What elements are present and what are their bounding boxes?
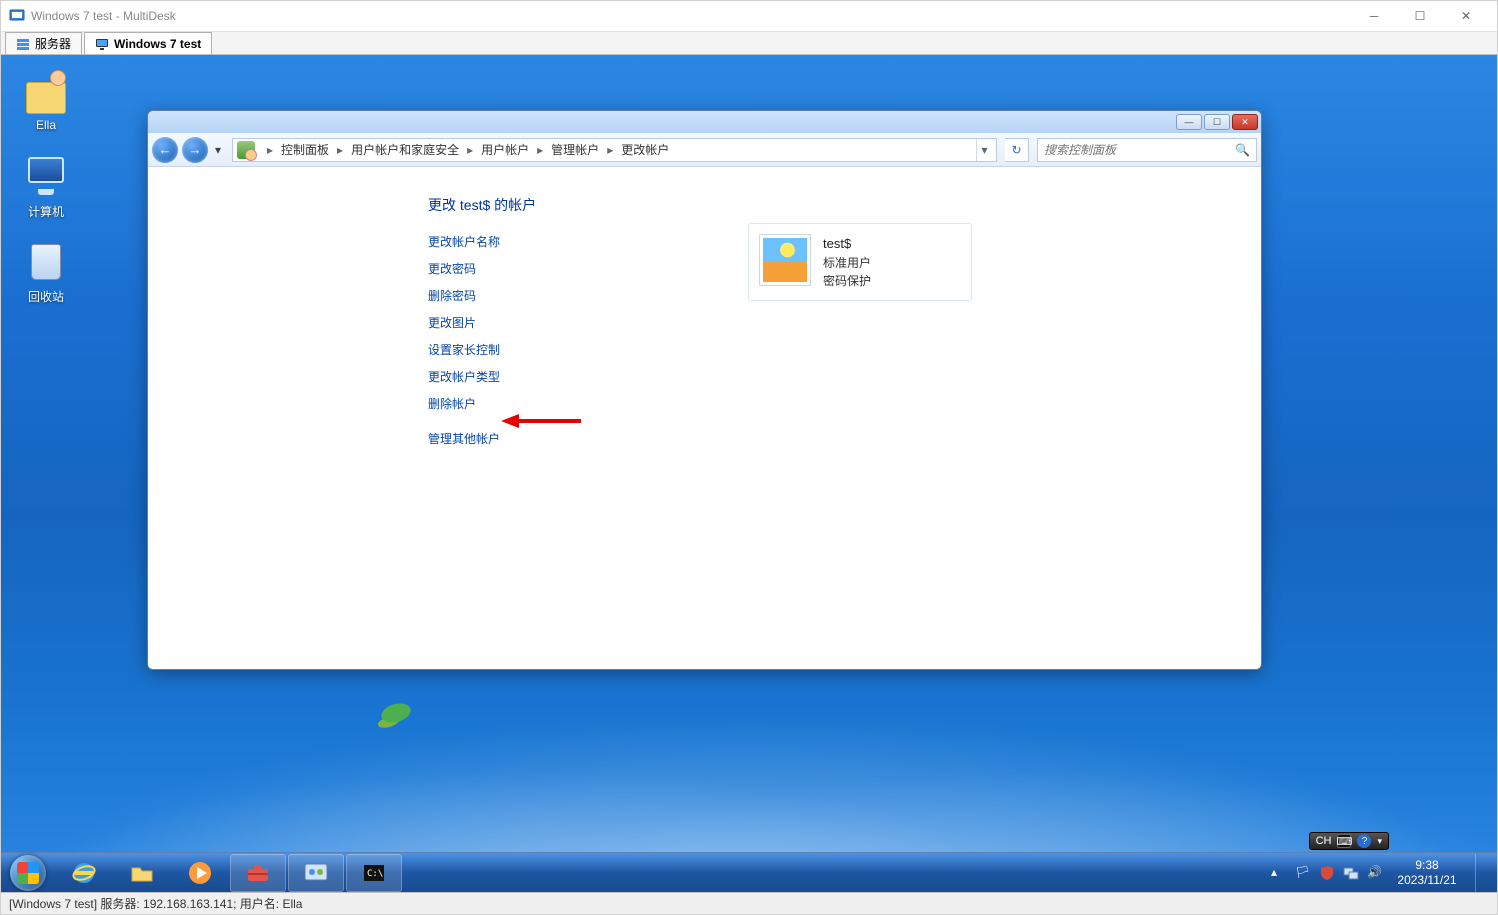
tray-volume-icon[interactable]: 🔊	[1367, 865, 1383, 881]
show-desktop-button[interactable]	[1475, 854, 1485, 892]
breadcrumb-bar[interactable]: ▸ 控制面板 ▸ 用户帐户和家庭安全 ▸ 用户帐户 ▸ 管理帐户 ▸ 更改帐户 …	[232, 138, 997, 162]
nav-forward-button[interactable]: →	[182, 137, 208, 163]
tab-servers[interactable]: 服务器	[5, 32, 82, 54]
cp-close-button[interactable]: ✕	[1232, 114, 1258, 130]
remote-desktop[interactable]: Ella 计算机 回收站 — ☐ ✕ ← → ▾ ▸ 控制	[1, 55, 1497, 892]
account-type: 标准用户	[823, 254, 871, 272]
start-button[interactable]	[1, 853, 55, 893]
refresh-button[interactable]: ↻	[1005, 138, 1029, 162]
link-change-type[interactable]: 更改帐户类型	[428, 368, 1261, 385]
crumb-manage-accounts[interactable]: 管理帐户	[549, 141, 601, 158]
breadcrumb-sep: ▸	[531, 143, 549, 157]
taskbar-item-cmd[interactable]: C:\	[346, 854, 402, 892]
system-tray: ▴ 🏳 🔊 9:38 2023/11/21	[1265, 853, 1491, 893]
multidesk-app-icon	[9, 8, 25, 24]
tray-network-icon[interactable]	[1343, 865, 1359, 881]
close-button[interactable]: ✕	[1443, 1, 1489, 31]
tray-clock[interactable]: 9:38 2023/11/21	[1391, 858, 1463, 887]
link-parental[interactable]: 设置家长控制	[428, 341, 1261, 358]
svg-text:C:\: C:\	[367, 869, 383, 879]
status-text: [Windows 7 test] 服务器: 192.168.163.141; 用…	[9, 895, 302, 912]
user-accounts-icon	[237, 141, 255, 159]
taskbar-item-explorer[interactable]	[114, 854, 170, 892]
cp-search-input[interactable]	[1044, 143, 1235, 157]
breadcrumb-sep: ▸	[601, 143, 619, 157]
breadcrumb-sep: ▸	[461, 143, 479, 157]
search-icon: 🔍	[1235, 143, 1250, 157]
cp-maximize-button[interactable]: ☐	[1204, 114, 1230, 130]
media-player-icon	[187, 860, 213, 886]
cmd-icon: C:\	[361, 860, 387, 886]
cp-body: 更改 test$ 的帐户 更改帐户名称 更改密码 删除密码 更改图片 设置家长控…	[148, 167, 1261, 669]
minimize-button[interactable]: ─	[1351, 1, 1397, 31]
maximize-button[interactable]: ☐	[1397, 1, 1443, 31]
tray-time: 9:38	[1391, 858, 1463, 872]
cp-search-box[interactable]: 🔍	[1037, 138, 1257, 162]
account-avatar-icon	[759, 234, 811, 286]
link-delete-account[interactable]: 删除帐户	[428, 395, 1261, 412]
account-card[interactable]: test$ 标准用户 密码保护	[748, 223, 972, 301]
language-bar[interactable]: CH ⌨ ? ▾	[1309, 832, 1389, 850]
taskbar-item-control-panel[interactable]	[288, 854, 344, 892]
tray-show-hidden-icon[interactable]: ▴	[1271, 865, 1287, 881]
nav-history-dropdown[interactable]: ▾	[212, 137, 224, 163]
link-change-picture[interactable]: 更改图片	[428, 314, 1261, 331]
link-manage-other[interactable]: 管理其他帐户	[428, 430, 1261, 447]
desktop-icon-label: Ella	[9, 118, 83, 132]
multidesk-statusbar: [Windows 7 test] 服务器: 192.168.163.141; 用…	[1, 892, 1497, 914]
servers-icon	[16, 37, 30, 51]
account-pw: 密码保护	[823, 272, 871, 290]
desktop-icon-label: 回收站	[9, 288, 83, 305]
multidesk-title-text: Windows 7 test - MultiDesk	[31, 9, 176, 23]
desktop-icon-label: 计算机	[9, 203, 83, 220]
recycle-bin-icon	[24, 240, 68, 284]
computer-icon	[24, 155, 68, 199]
crumb-control-panel[interactable]: 控制面板	[279, 141, 331, 158]
tab-session-label: Windows 7 test	[114, 37, 201, 51]
wallpaper-leaf	[379, 699, 413, 726]
ime-help-icon[interactable]: ?	[1357, 834, 1371, 848]
tray-date: 2023/11/21	[1391, 873, 1463, 887]
windows-orb-icon	[10, 855, 46, 891]
desktop-icon-computer[interactable]: 计算机	[9, 155, 83, 220]
folder-icon	[129, 860, 155, 886]
cp-heading: 更改 test$ 的帐户	[428, 195, 1261, 215]
ime-keyboard-icon[interactable]: ⌨	[1337, 834, 1351, 848]
ime-options-icon[interactable]: ▾	[1377, 836, 1382, 847]
tray-security-icon[interactable]	[1319, 865, 1335, 881]
cp-titlebar[interactable]: — ☐ ✕	[148, 111, 1261, 133]
crumb-user-accounts[interactable]: 用户帐户	[479, 141, 531, 158]
crumb-change-account[interactable]: 更改帐户	[619, 141, 671, 158]
taskbar: C:\ ▴ 🏳 🔊 9:38 2023/11/21	[1, 852, 1497, 892]
toolbox-icon	[245, 860, 271, 886]
nav-back-button[interactable]: ←	[152, 137, 178, 163]
taskbar-item-toolbox[interactable]	[230, 854, 286, 892]
cp-minimize-button[interactable]: —	[1176, 114, 1202, 130]
taskbar-item-wmp[interactable]	[172, 854, 228, 892]
cp-main: 更改 test$ 的帐户 更改帐户名称 更改密码 删除密码 更改图片 设置家长控…	[148, 167, 1261, 669]
user-folder-icon	[24, 70, 68, 114]
breadcrumb-dropdown[interactable]: ▾	[976, 139, 992, 161]
breadcrumb-sep: ▸	[261, 143, 279, 157]
breadcrumb-sep: ▸	[331, 143, 349, 157]
multidesk-tabbar: 服务器 Windows 7 test	[1, 31, 1497, 55]
multidesk-window: Windows 7 test - MultiDesk ─ ☐ ✕ 服务器 Win…	[0, 0, 1498, 915]
tray-action-center-icon[interactable]: 🏳	[1295, 865, 1311, 881]
taskbar-item-ie[interactable]	[56, 854, 112, 892]
multidesk-titlebar: Windows 7 test - MultiDesk ─ ☐ ✕	[1, 1, 1497, 31]
user-accounts-icon	[303, 860, 329, 886]
account-name: test$	[823, 234, 871, 254]
account-info: test$ 标准用户 密码保护	[823, 234, 871, 290]
control-panel-window: — ☐ ✕ ← → ▾ ▸ 控制面板 ▸ 用户帐户和家庭安全 ▸ 用户帐户 ▸ …	[147, 110, 1262, 670]
crumb-user-safety[interactable]: 用户帐户和家庭安全	[349, 141, 461, 158]
desktop-icon-user-folder[interactable]: Ella	[9, 70, 83, 132]
tab-session[interactable]: Windows 7 test	[84, 32, 212, 54]
cp-navbar: ← → ▾ ▸ 控制面板 ▸ 用户帐户和家庭安全 ▸ 用户帐户 ▸ 管理帐户 ▸…	[148, 133, 1261, 167]
tab-servers-label: 服务器	[35, 35, 71, 52]
ie-icon	[71, 860, 97, 886]
monitor-icon	[95, 37, 109, 51]
language-indicator[interactable]: CH	[1316, 835, 1332, 847]
desktop-icon-recycle-bin[interactable]: 回收站	[9, 240, 83, 305]
